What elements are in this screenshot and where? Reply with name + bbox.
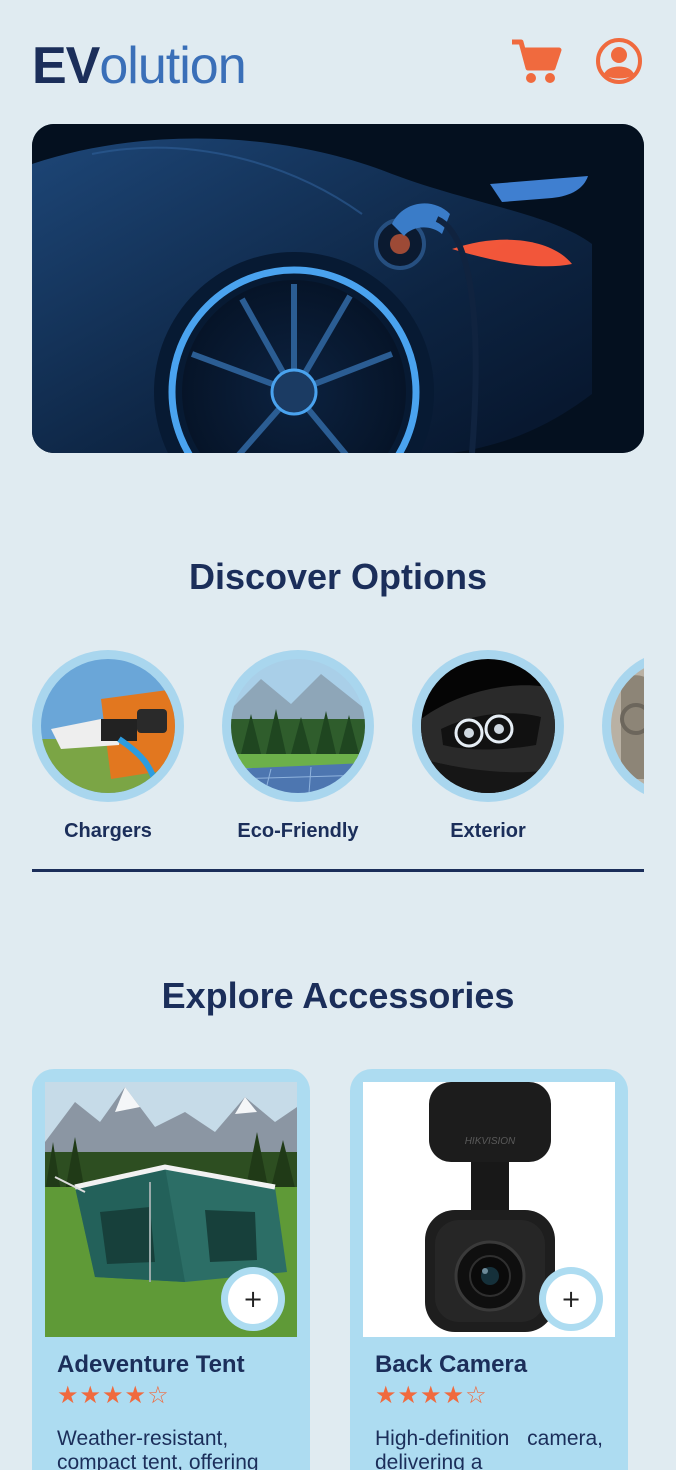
- category-label: Eco-Friendly: [237, 820, 359, 842]
- car-headlight-image: [421, 659, 555, 793]
- user-profile-icon: [596, 38, 642, 84]
- logo-rest: olution: [99, 37, 246, 95]
- product-card[interactable]: HIKVISION + Back Camera ★★★★☆ High-defin…: [350, 1069, 628, 1470]
- category-interior[interactable]: [602, 650, 644, 850]
- discover-options-title: Discover Options: [188, 556, 488, 597]
- product-card[interactable]: + Adeventure Tent ★★★★☆ Weather-resistan…: [32, 1069, 310, 1470]
- camera-brand-text: HIKVISION: [465, 1136, 516, 1147]
- explore-accessories-title: Explore Accessories: [161, 975, 515, 1016]
- profile-button[interactable]: [594, 36, 644, 86]
- product-name[interactable]: Back Camera: [363, 1351, 615, 1379]
- add-to-cart-button[interactable]: +: [539, 1267, 603, 1331]
- category-chargers[interactable]: Chargers: [32, 650, 184, 850]
- plus-icon: +: [546, 1274, 596, 1324]
- product-image-frame: HIKVISION +: [363, 1082, 615, 1337]
- category-ring: [602, 650, 644, 802]
- category-exterior[interactable]: Exterior: [412, 650, 564, 850]
- category-ring: [222, 650, 374, 802]
- hero-banner[interactable]: [32, 124, 644, 453]
- header: EVolution: [32, 36, 644, 96]
- star-rating: ★★★★☆: [57, 1381, 170, 1409]
- ev-charger-plug-image: [41, 659, 175, 793]
- cart-button[interactable]: [510, 36, 562, 86]
- category-carousel[interactable]: Chargers Eco-Friendly Exterior: [32, 650, 644, 860]
- category-label: Chargers: [64, 820, 152, 842]
- plus-icon: +: [228, 1274, 278, 1324]
- add-to-cart-button[interactable]: +: [221, 1267, 285, 1331]
- category-ring: [32, 650, 184, 802]
- category-ring: [412, 650, 564, 802]
- product-description: High-definition camera, delivering a: [375, 1427, 603, 1470]
- category-label: Exterior: [450, 820, 526, 842]
- product-name[interactable]: Adeventure Tent: [45, 1351, 297, 1379]
- brand-logo[interactable]: EVolution: [32, 37, 247, 95]
- car-interior-image: [611, 659, 644, 793]
- shopping-cart-icon: [512, 39, 562, 83]
- electric-car-charging-image: [32, 124, 644, 453]
- forest-solar-panel-image: [231, 659, 365, 793]
- logo-ev: EV: [32, 37, 100, 95]
- product-image-frame: +: [45, 1082, 297, 1337]
- star-rating: ★★★★☆: [375, 1381, 488, 1409]
- section-divider: [32, 869, 644, 872]
- category-eco-friendly[interactable]: Eco-Friendly: [222, 650, 374, 850]
- product-description: Weather-resistant, compact tent, offerin…: [57, 1427, 259, 1470]
